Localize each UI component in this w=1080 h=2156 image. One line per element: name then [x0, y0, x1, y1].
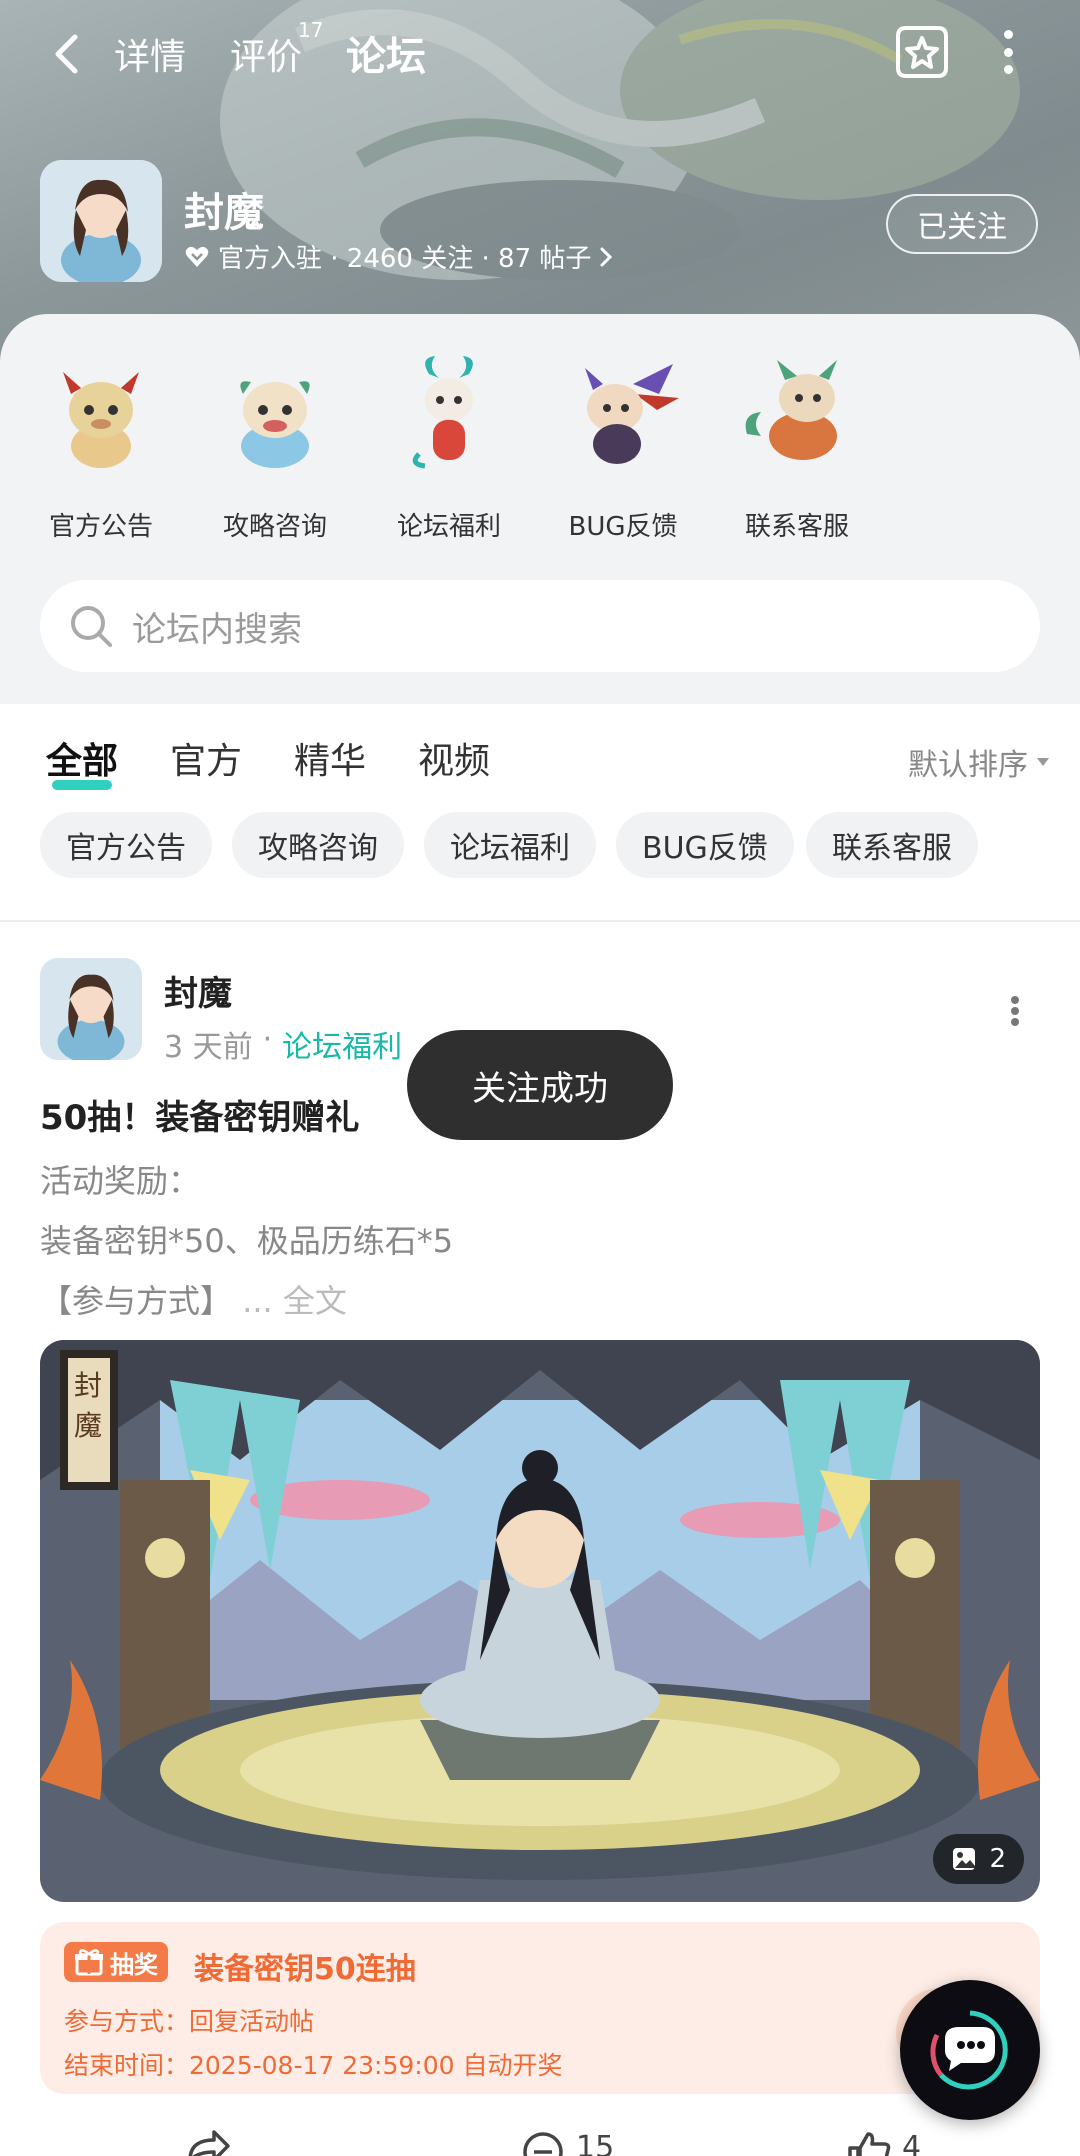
entry-label: BUG反馈 — [568, 512, 678, 542]
comment-icon — [523, 2132, 563, 2156]
post-more-button[interactable] — [1008, 996, 1022, 1026]
chip-strategy[interactable]: 攻略咨询 — [232, 812, 404, 878]
sort-dropdown[interactable]: 默认排序 — [908, 740, 1050, 784]
cave-meditation-illustration — [40, 1340, 1040, 1902]
chip-official-announcement[interactable]: 官方公告 — [40, 812, 212, 878]
image-count: 2 — [989, 1844, 1006, 1874]
chat-assistant-button[interactable] — [900, 1980, 1040, 2120]
star-icon — [896, 26, 948, 78]
tab-official[interactable]: 官方 — [170, 732, 242, 784]
dragon-mascot-icon — [63, 372, 139, 468]
entry-label: 联系客服 — [744, 512, 849, 542]
like-count: 4 — [902, 2130, 922, 2156]
lottery-tag-label: 抽奖 — [110, 1950, 158, 1979]
post-body-line: 【参与方式】 ... 全文 — [40, 1276, 347, 1322]
follow-success-toast: 关注成功 — [407, 1030, 673, 1140]
dragon-mascot-icon — [585, 364, 679, 464]
more-options-button[interactable] — [996, 30, 1020, 74]
tab-reviews[interactable]: 评价 — [230, 28, 302, 80]
tab-forum[interactable]: 论坛 — [342, 24, 430, 82]
entry-forum-welfare[interactable]: 论坛福利 — [374, 354, 524, 554]
share-icon — [188, 2130, 230, 2156]
post-body-line: 装备密钥*50、极品历练石*5 — [40, 1222, 454, 1260]
forum-search-input[interactable]: 论坛内搜索 — [40, 580, 1040, 672]
chip-bug-feedback[interactable]: BUG反馈 — [616, 812, 794, 878]
top-navigation-bar: 详情 评价 17 论坛 — [0, 18, 1080, 88]
chevron-right-icon — [600, 247, 613, 266]
gift-icon — [75, 1949, 103, 1976]
forum-meta[interactable]: 官方入驻 · 2460 关注 · 87 帖子 — [184, 238, 613, 275]
tab-video[interactable]: 视频 — [418, 732, 490, 784]
tab-featured[interactable]: 精华 — [294, 732, 366, 784]
followed-button[interactable]: 已关注 — [886, 194, 1038, 254]
post-body-line: 活动奖励： — [40, 1162, 201, 1200]
dragon-mascot-icon — [745, 360, 837, 460]
forum-game-icon[interactable] — [40, 160, 162, 282]
chevron-left-icon — [55, 34, 78, 74]
forum-stats-text: 官方入驻 · 2460 关注 · 87 帖子 — [218, 244, 592, 274]
image-logo-text: 封魔 — [73, 1369, 102, 1442]
comment-button[interactable]: 15 — [520, 2130, 614, 2156]
search-icon — [71, 606, 112, 647]
section-divider — [0, 920, 1080, 922]
caret-down-icon — [1037, 758, 1049, 766]
entry-label: 官方公告 — [48, 512, 153, 542]
search-placeholder: 论坛内搜索 — [132, 609, 302, 650]
dragon-mascot-icon — [240, 381, 310, 468]
tab-details[interactable]: 详情 — [114, 28, 186, 80]
post-meta: 3 天前 · 论坛福利 — [164, 1022, 402, 1066]
chip-forum-welfare[interactable]: 论坛福利 — [424, 812, 596, 878]
entry-label: 攻略咨询 — [222, 512, 327, 542]
post-author-name[interactable]: 封魔 — [164, 966, 232, 1015]
lottery-title: 装备密钥50连抽 — [194, 1952, 416, 1987]
content-tabs: 全部 官方 精华 视频 默认排序 — [0, 704, 1080, 804]
verified-heart-icon — [185, 246, 209, 267]
entry-bug-feedback[interactable]: BUG反馈 — [548, 354, 698, 554]
forum-name: 封魔 — [184, 190, 264, 236]
lottery-participation: 参与方式：回复活动帖 — [64, 2007, 315, 2036]
lottery-card[interactable]: 抽奖 装备密钥50连抽 参与方式：回复活动帖 结束时间：2025-08-17 2… — [40, 1922, 1040, 2094]
comment-count: 15 — [576, 2130, 615, 2156]
back-button[interactable] — [44, 30, 88, 78]
reviews-count-badge: 17 — [298, 18, 324, 42]
post-action-bar: 15 4 — [0, 2122, 1080, 2156]
forum-header: 详情 评价 17 论坛 封魔 官方入驻 · 2460 关注 · 87 帖子 已关… — [0, 0, 1080, 360]
entry-official-announcement[interactable]: 官方公告 — [26, 354, 176, 554]
like-button[interactable]: 4 — [846, 2130, 921, 2156]
chat-bubble-icon — [930, 2010, 1008, 2090]
thumbs-up-icon — [848, 2132, 891, 2156]
entry-customer-service[interactable]: 联系客服 — [722, 354, 872, 554]
lottery-tag: 抽奖 — [64, 1942, 168, 1982]
favorite-button[interactable] — [892, 22, 952, 82]
lottery-end-time: 结束时间：2025-08-17 23:59:00 自动开奖 — [64, 2051, 563, 2080]
entry-strategy[interactable]: 攻略咨询 — [200, 354, 350, 554]
dragon-mascot-icon — [412, 356, 473, 469]
post-image[interactable]: 封魔 2 — [40, 1340, 1040, 1902]
post-author-avatar[interactable] — [40, 958, 142, 1060]
meta-separator: · — [262, 1022, 273, 1057]
quick-entries-panel: 官方公告 攻略咨询 论坛福利 BUG反馈 联系客服 论坛内搜索 — [0, 314, 1080, 704]
entry-label: 论坛福利 — [396, 512, 501, 542]
read-full-text-link[interactable]: ... 全文 — [242, 1282, 347, 1320]
tab-all[interactable]: 全部 — [46, 732, 118, 790]
category-chips: 官方公告 攻略咨询 论坛福利 BUG反馈 联系客服 — [0, 812, 1080, 888]
sort-label: 默认排序 — [908, 748, 1028, 783]
chip-customer-service[interactable]: 联系客服 — [806, 812, 978, 878]
post-time: 3 天前 — [164, 1030, 253, 1065]
author-avatar-art — [40, 958, 142, 1060]
share-button[interactable] — [186, 2130, 232, 2156]
post-category-link[interactable]: 论坛福利 — [282, 1022, 402, 1066]
image-gallery-icon — [953, 1848, 976, 1870]
image-count-badge: 2 — [933, 1834, 1024, 1884]
post-title[interactable]: 50抽！装备密钥赠礼 — [40, 1090, 359, 1139]
post-body-text: 【参与方式】 — [40, 1282, 233, 1320]
game-avatar-art — [40, 160, 162, 282]
